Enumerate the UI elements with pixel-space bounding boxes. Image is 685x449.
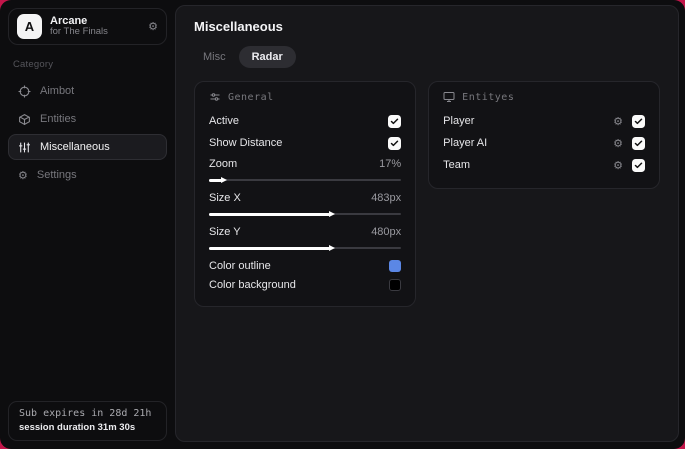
sidebar: A Arcane for The Finals ⚙ Category Aimbo… bbox=[0, 0, 175, 449]
session-duration-text: session duration 31m 30s bbox=[19, 422, 136, 433]
general-header-label: General bbox=[228, 91, 274, 103]
entity-row-player: Player ⚙ bbox=[443, 110, 645, 132]
entity-label: Player bbox=[443, 115, 475, 127]
slider-value: 17% bbox=[379, 158, 402, 170]
brand-subtitle: for The Finals bbox=[50, 26, 108, 38]
color-row-outline: Color outline bbox=[209, 256, 402, 275]
active-checkbox[interactable] bbox=[388, 114, 402, 128]
gear-icon[interactable]: ⚙ bbox=[613, 138, 623, 149]
player-ai-checkbox[interactable] bbox=[632, 136, 645, 150]
slider-label: Size X bbox=[209, 192, 241, 204]
gear-icon[interactable]: ⚙ bbox=[613, 116, 623, 127]
sidebar-item-aimbot[interactable]: Aimbot bbox=[8, 78, 167, 104]
crosshair-icon bbox=[18, 85, 31, 98]
gear-icon[interactable]: ⚙ bbox=[148, 21, 158, 32]
entities-header-label: Entityes bbox=[462, 91, 515, 103]
team-checkbox[interactable] bbox=[632, 158, 645, 172]
sub-expiry-text: Sub expires in 28d 21h bbox=[19, 408, 152, 419]
slider-thumb[interactable] bbox=[329, 244, 336, 251]
slider-group-size-x: Size X 483px bbox=[209, 188, 402, 219]
slider-thumb[interactable] bbox=[221, 176, 228, 183]
slider-value: 483px bbox=[371, 192, 402, 204]
monitor-icon bbox=[443, 91, 455, 103]
sidebar-item-label: Miscellaneous bbox=[40, 141, 110, 153]
slider-group-size-y: Size Y 480px bbox=[209, 222, 402, 253]
category-label: Category bbox=[13, 59, 54, 70]
slider-thumb[interactable] bbox=[329, 210, 336, 217]
color-label: Color outline bbox=[209, 259, 271, 272]
entity-label: Player AI bbox=[443, 137, 488, 149]
color-background-swatch[interactable] bbox=[389, 278, 402, 291]
sidebar-item-label: Aimbot bbox=[40, 85, 75, 97]
sliders-horizontal-icon bbox=[209, 91, 221, 103]
show-distance-checkbox[interactable] bbox=[388, 136, 402, 150]
entity-label: Team bbox=[443, 159, 471, 171]
entity-row-team: Team ⚙ bbox=[443, 154, 645, 176]
app-window: A Arcane for The Finals ⚙ Category Aimbo… bbox=[0, 0, 685, 449]
color-row-background: Color background bbox=[209, 275, 402, 294]
general-card: General Active Show Distance Zoom 17% Si… bbox=[194, 81, 417, 307]
sidebar-item-entities[interactable]: Entities bbox=[8, 106, 167, 132]
cube-icon bbox=[18, 113, 31, 126]
tab-misc[interactable]: Misc bbox=[194, 46, 235, 68]
gear-icon: ⚙ bbox=[18, 168, 28, 182]
entity-row-player-ai: Player AI ⚙ bbox=[443, 132, 645, 154]
sidebar-nav: Aimbot Entities Miscellaneous ⚙ Settings bbox=[8, 78, 167, 188]
sidebar-item-label: Entities bbox=[40, 113, 77, 125]
size-y-slider[interactable] bbox=[209, 243, 402, 253]
player-checkbox[interactable] bbox=[632, 114, 645, 128]
slider-value: 480px bbox=[371, 226, 402, 238]
entities-card: Entityes Player ⚙ Player AI ⚙ Team ⚙ bbox=[428, 81, 660, 189]
toggle-row-active: Active bbox=[209, 110, 402, 132]
slider-group-zoom: Zoom 17% bbox=[209, 154, 402, 185]
sidebar-item-settings[interactable]: ⚙ Settings bbox=[8, 162, 167, 188]
sidebar-item-label: Settings bbox=[36, 169, 77, 181]
gear-icon[interactable]: ⚙ bbox=[613, 160, 623, 171]
color-outline-swatch[interactable] bbox=[389, 259, 402, 272]
zoom-slider[interactable] bbox=[209, 175, 402, 185]
slider-label: Zoom bbox=[209, 158, 238, 170]
sliders-vertical-icon bbox=[18, 141, 31, 154]
subscription-card: Sub expires in 28d 21h session duration … bbox=[8, 401, 167, 441]
page-title: Miscellaneous bbox=[194, 19, 283, 34]
tab-bar: Misc Radar bbox=[194, 46, 660, 68]
brand-card: A Arcane for The Finals ⚙ bbox=[8, 8, 167, 45]
toggle-label: Active bbox=[209, 115, 239, 127]
slider-label: Size Y bbox=[209, 226, 241, 238]
size-x-slider[interactable] bbox=[209, 209, 402, 219]
main-panel: Miscellaneous Misc Radar General Active … bbox=[175, 5, 679, 442]
tab-radar[interactable]: Radar bbox=[238, 46, 296, 68]
toggle-label: Show Distance bbox=[209, 137, 283, 149]
brand-logo: A bbox=[17, 14, 42, 39]
toggle-row-show-distance: Show Distance bbox=[209, 132, 402, 154]
color-label: Color background bbox=[209, 278, 296, 291]
sidebar-item-miscellaneous[interactable]: Miscellaneous bbox=[8, 134, 167, 160]
